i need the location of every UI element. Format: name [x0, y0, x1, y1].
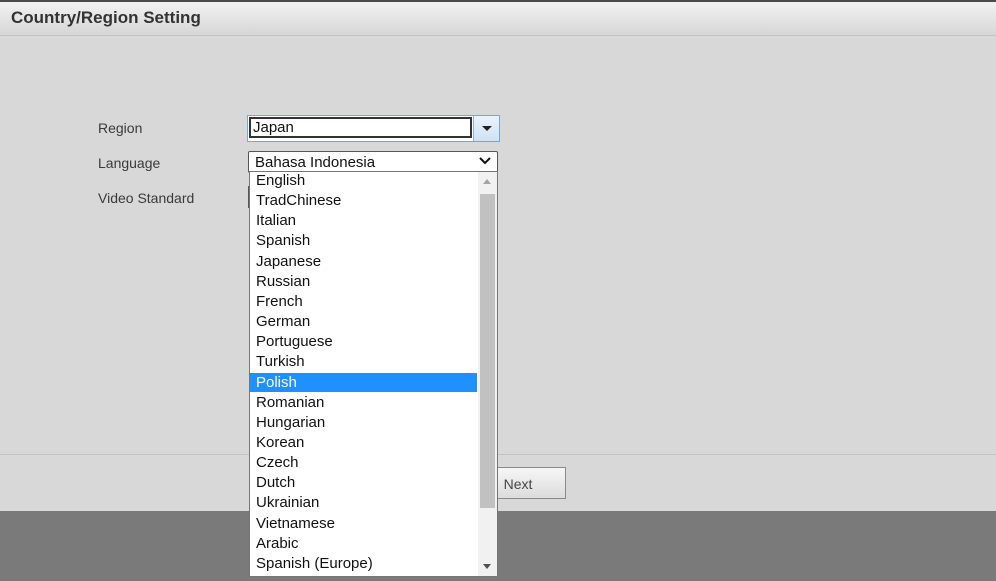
language-selected-value: Bahasa Indonesia [255, 154, 376, 171]
chevron-down-icon [479, 157, 491, 165]
scroll-down-icon[interactable] [483, 564, 491, 569]
dropdown-option[interactable]: Arabic [250, 534, 477, 553]
scroll-thumb[interactable] [480, 194, 495, 508]
region-combobox[interactable] [247, 115, 500, 142]
dropdown-option[interactable]: Spanish [250, 231, 477, 250]
language-dropdown-list[interactable]: English TradChinese Italian Spanish Japanese… [249, 171, 498, 577]
dropdown-option[interactable]: Japanese [250, 252, 477, 271]
footer-divider [0, 454, 996, 455]
chevron-down-icon[interactable] [473, 116, 499, 141]
dropdown-option[interactable]: Polish [250, 373, 477, 392]
dropdown-option[interactable]: German [250, 312, 477, 331]
dropdown-option[interactable]: Korean [250, 433, 477, 452]
dropdown-scrollbar[interactable] [478, 172, 497, 576]
region-input[interactable] [249, 117, 472, 138]
title-bar: Country/Region Setting [0, 2, 996, 36]
language-label: Language [98, 155, 161, 171]
page-title: Country/Region Setting [11, 8, 201, 27]
page-background: Country/Region Setting Region Language V… [0, 0, 996, 581]
dropdown-option[interactable]: French [250, 292, 477, 311]
dropdown-option[interactable]: English [250, 172, 477, 190]
dropdown-option[interactable]: Vietnamese [250, 514, 477, 533]
dropdown-option[interactable]: Portuguese [250, 332, 477, 351]
dropdown-option[interactable]: Turkish [250, 352, 477, 371]
language-select[interactable]: Bahasa Indonesia [248, 151, 498, 173]
settings-panel: Country/Region Setting Region Language V… [0, 0, 996, 511]
dropdown-option[interactable]: Dutch [250, 473, 477, 492]
dropdown-option[interactable]: Russian [250, 272, 477, 291]
dropdown-option[interactable]: Hungarian [250, 413, 477, 432]
dropdown-option[interactable]: Romanian [250, 393, 477, 412]
dropdown-option[interactable]: Spanish (Europe) [250, 554, 477, 573]
dropdown-option[interactable]: Ukrainian [250, 493, 477, 512]
dropdown-option[interactable]: Italian [250, 211, 477, 230]
scroll-up-icon[interactable] [483, 179, 491, 184]
dropdown-option[interactable]: Czech [250, 453, 477, 472]
dropdown-option[interactable]: TradChinese [250, 191, 477, 210]
video-standard-label: Video Standard [98, 190, 195, 206]
region-label: Region [98, 120, 143, 136]
